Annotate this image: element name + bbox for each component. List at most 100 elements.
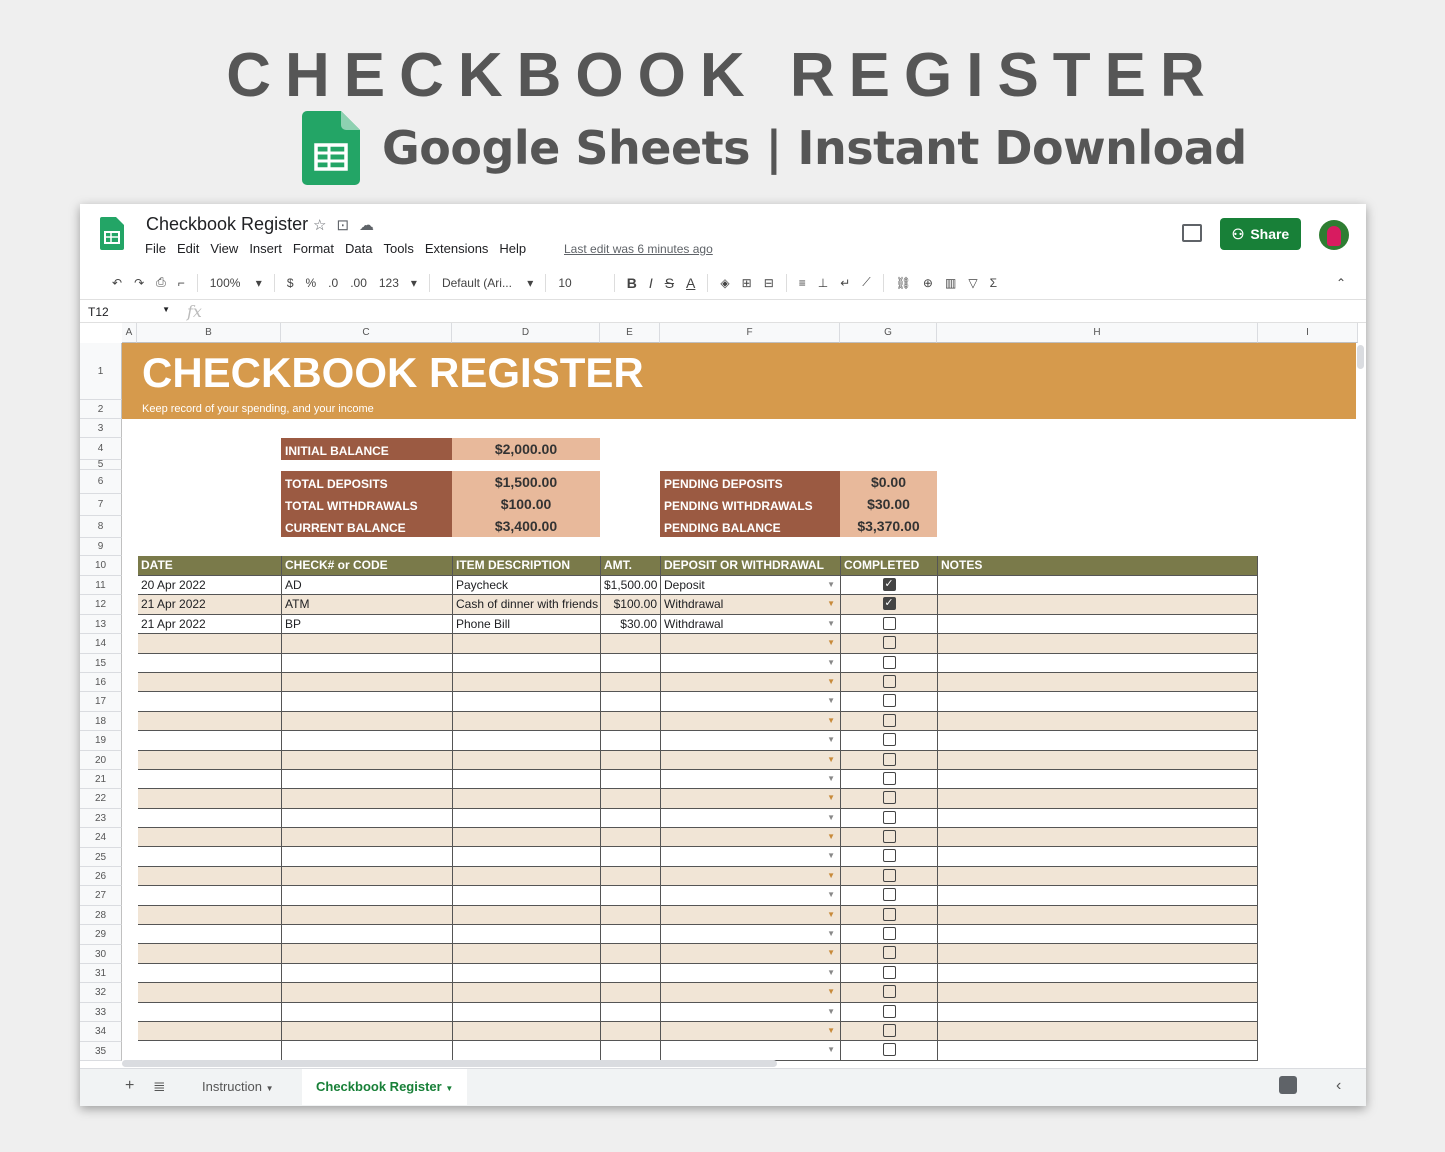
- cell-amt[interactable]: [601, 653, 661, 672]
- cell-notes[interactable]: [938, 614, 1258, 634]
- cell-amt[interactable]: [601, 731, 661, 750]
- cell-desc[interactable]: Phone Bill: [453, 614, 601, 634]
- cell-done[interactable]: ✓: [841, 576, 938, 595]
- italic-button[interactable]: I: [649, 275, 653, 291]
- avatar[interactable]: [1319, 220, 1349, 250]
- dropdown-arrow-icon[interactable]: ▼: [827, 847, 835, 865]
- column-header-g[interactable]: G: [840, 323, 937, 343]
- dropdown-arrow-icon[interactable]: ▼: [827, 983, 835, 1001]
- cell-desc[interactable]: [453, 789, 601, 808]
- row-header-2[interactable]: 2: [80, 400, 122, 419]
- cell-amt[interactable]: [601, 847, 661, 866]
- dropdown-arrow-icon[interactable]: ▼: [827, 906, 835, 924]
- cell-done[interactable]: [841, 750, 938, 769]
- cell-done[interactable]: [841, 1021, 938, 1041]
- cell-code[interactable]: [282, 789, 453, 808]
- cell-amt[interactable]: [601, 672, 661, 692]
- star-icon[interactable]: ☆: [313, 216, 326, 234]
- print-icon[interactable]: ⎙: [156, 275, 166, 290]
- row-header-29[interactable]: 29: [80, 925, 122, 945]
- cell-notes[interactable]: [938, 808, 1258, 828]
- currency-format-button[interactable]: $: [287, 276, 294, 290]
- cell-date[interactable]: [138, 963, 282, 983]
- cell-type[interactable]: ▼: [661, 750, 841, 769]
- completed-checkbox[interactable]: [882, 674, 896, 688]
- dropdown-arrow-icon[interactable]: ▼: [827, 751, 835, 769]
- cell-desc[interactable]: [453, 983, 601, 1002]
- summary_right-value[interactable]: $0.00: [840, 471, 937, 493]
- completed-checkbox[interactable]: [882, 1023, 896, 1037]
- share-button[interactable]: ⚇ Share: [1220, 218, 1301, 250]
- cell-desc[interactable]: [453, 711, 601, 731]
- comment-history-icon[interactable]: [1182, 224, 1202, 242]
- cell-notes[interactable]: [938, 653, 1258, 672]
- row-header-5[interactable]: 5: [80, 460, 122, 470]
- cell-date[interactable]: [138, 731, 282, 750]
- completed-checkbox[interactable]: [882, 830, 896, 844]
- dropdown-arrow-icon[interactable]: ▼: [827, 576, 835, 594]
- name-box[interactable]: T12 ▼: [88, 305, 174, 319]
- zoom-select[interactable]: 100% ▾: [210, 276, 262, 290]
- cell-done[interactable]: [841, 634, 938, 653]
- dropdown-arrow-icon[interactable]: ▼: [827, 964, 835, 982]
- cell-desc[interactable]: [453, 963, 601, 983]
- text-wrap-icon[interactable]: ↵: [840, 276, 850, 290]
- completed-checkbox[interactable]: [882, 713, 896, 727]
- summary_left-value[interactable]: $1,500.00: [452, 471, 600, 493]
- completed-checkbox[interactable]: [882, 636, 896, 650]
- summary_right-value[interactable]: $3,370.00: [840, 515, 937, 537]
- dropdown-arrow-icon[interactable]: ▼: [827, 1041, 835, 1059]
- cell-notes[interactable]: [938, 905, 1258, 925]
- row-header-13[interactable]: 13: [80, 614, 122, 635]
- cell-notes[interactable]: [938, 576, 1258, 595]
- column-header-c[interactable]: C: [281, 323, 452, 343]
- cell-type[interactable]: ▼: [661, 1002, 841, 1021]
- column-header-f[interactable]: F: [660, 323, 840, 343]
- row-header-35[interactable]: 35: [80, 1041, 122, 1061]
- percent-format-button[interactable]: %: [306, 276, 317, 290]
- cell-date[interactable]: [138, 1002, 282, 1021]
- row-header-19[interactable]: 19: [80, 731, 122, 751]
- completed-checkbox[interactable]: [882, 752, 896, 766]
- cell-done[interactable]: ✓: [841, 595, 938, 614]
- menu-item-edit[interactable]: Edit: [177, 241, 199, 256]
- cell-desc[interactable]: [453, 828, 601, 847]
- cell-desc[interactable]: [453, 672, 601, 692]
- cell-notes[interactable]: [938, 750, 1258, 769]
- completed-checkbox[interactable]: [882, 733, 896, 747]
- completed-checkbox[interactable]: [882, 810, 896, 824]
- cell-notes[interactable]: [938, 1021, 1258, 1041]
- cell-code[interactable]: [282, 769, 453, 789]
- completed-checkbox[interactable]: [882, 1043, 896, 1057]
- cell-notes[interactable]: [938, 944, 1258, 963]
- paint-format-icon[interactable]: ⌐: [178, 276, 185, 290]
- cell-done[interactable]: [841, 731, 938, 750]
- completed-checkbox[interactable]: [882, 849, 896, 863]
- dropdown-arrow-icon[interactable]: ▼: [827, 925, 835, 943]
- cell-code[interactable]: BP: [282, 614, 453, 634]
- row-header-26[interactable]: 26: [80, 867, 122, 887]
- cell-date[interactable]: [138, 925, 282, 944]
- all-sheets-icon[interactable]: ≣: [153, 1077, 166, 1095]
- cell-date[interactable]: [138, 886, 282, 905]
- strikethrough-button[interactable]: S: [665, 275, 674, 291]
- cell-amt[interactable]: [601, 963, 661, 983]
- cell-desc[interactable]: [453, 866, 601, 886]
- row-header-21[interactable]: 21: [80, 770, 122, 790]
- more-formats-button[interactable]: 123 ▾: [379, 276, 417, 290]
- cell-amt[interactable]: [601, 692, 661, 711]
- row-header-32[interactable]: 32: [80, 983, 122, 1003]
- completed-checkbox[interactable]: [882, 907, 896, 921]
- cell-date[interactable]: [138, 1041, 282, 1060]
- cell-notes[interactable]: [938, 1002, 1258, 1021]
- row-header-28[interactable]: 28: [80, 905, 122, 926]
- completed-checkbox[interactable]: [882, 655, 896, 669]
- row-header-25[interactable]: 25: [80, 847, 122, 867]
- cell-date[interactable]: 20 Apr 2022: [138, 576, 282, 595]
- cell-type[interactable]: ▼: [661, 983, 841, 1002]
- move-folder-icon[interactable]: ⊡: [336, 216, 349, 234]
- cell-amt[interactable]: [601, 711, 661, 731]
- insert-link-icon[interactable]: ⛓: [896, 276, 911, 290]
- cell-notes[interactable]: [938, 963, 1258, 983]
- column-header-e[interactable]: E: [600, 323, 660, 343]
